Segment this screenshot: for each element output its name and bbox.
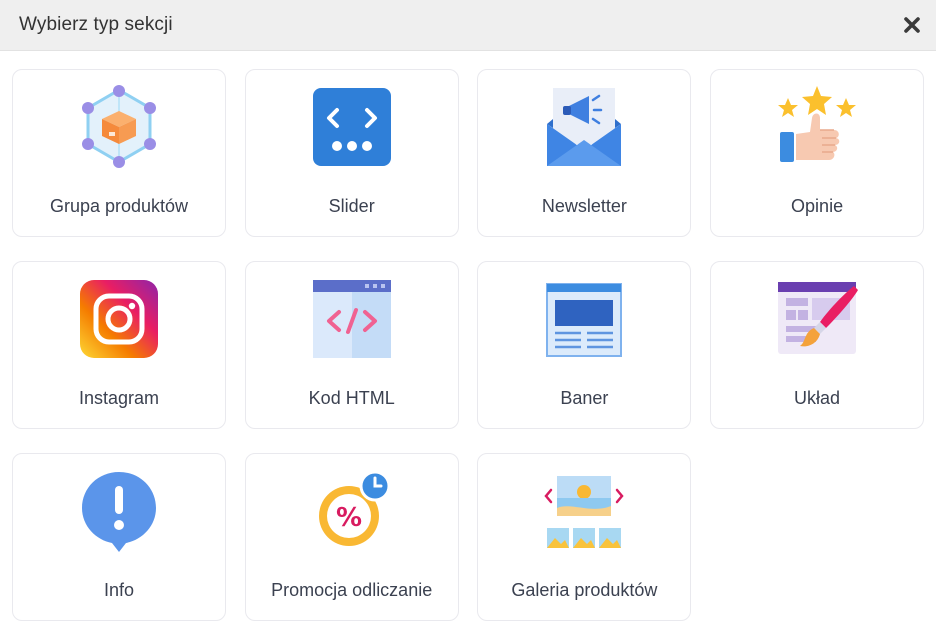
tile-banner[interactable]: Baner — [477, 261, 692, 429]
tile-countdown-promo[interactable]: % Promocja odliczanie — [244, 453, 459, 621]
close-button[interactable] — [898, 11, 926, 39]
tile-label: Info — [103, 580, 135, 600]
tile-html-code[interactable]: Kod HTML — [244, 261, 459, 429]
tile-newsletter[interactable]: Newsletter — [477, 69, 692, 237]
html-code-icon — [309, 276, 395, 362]
tile-label: Slider — [328, 196, 375, 216]
tile-slider[interactable]: Slider — [244, 69, 459, 237]
dialog-header: Wybierz typ sekcji — [0, 0, 936, 51]
reviews-icon — [774, 84, 860, 170]
close-icon — [904, 17, 920, 33]
section-type-dialog: Wybierz typ sekcji Grupa produktów Slide… — [0, 0, 936, 643]
tile-instagram[interactable]: Instagram — [12, 261, 226, 429]
instagram-icon — [76, 276, 162, 362]
info-icon — [76, 468, 162, 554]
tile-product-group[interactable]: Grupa produktów — [12, 69, 226, 237]
product-gallery-icon — [541, 468, 627, 554]
tile-label: Układ — [794, 388, 841, 408]
layout-icon — [774, 276, 860, 362]
section-type-grid: Grupa produktów Slider Newsletter Opinie… — [12, 69, 925, 621]
tile-layout[interactable]: Układ — [710, 261, 925, 429]
product-group-icon — [76, 84, 162, 170]
dialog-title: Wybierz typ sekcji — [19, 14, 173, 35]
tile-label: Promocja odliczanie — [271, 580, 433, 600]
tile-product-gallery[interactable]: Galeria produktów — [477, 453, 692, 621]
tile-label: Baner — [560, 388, 609, 408]
tile-label: Instagram — [78, 388, 160, 408]
tile-label: Newsletter — [541, 196, 627, 216]
countdown-promo-icon: % — [309, 468, 395, 554]
slider-icon — [309, 84, 395, 170]
banner-icon — [541, 276, 627, 362]
tile-label: Galeria produktów — [511, 580, 658, 600]
svg-text:%: % — [336, 503, 362, 533]
tile-label: Opinie — [791, 196, 844, 216]
newsletter-icon — [541, 84, 627, 170]
tile-reviews[interactable]: Opinie — [710, 69, 925, 237]
tile-label: Grupa produktów — [49, 196, 189, 216]
tile-label: Kod HTML — [308, 388, 395, 408]
tile-info[interactable]: Info — [12, 453, 226, 621]
